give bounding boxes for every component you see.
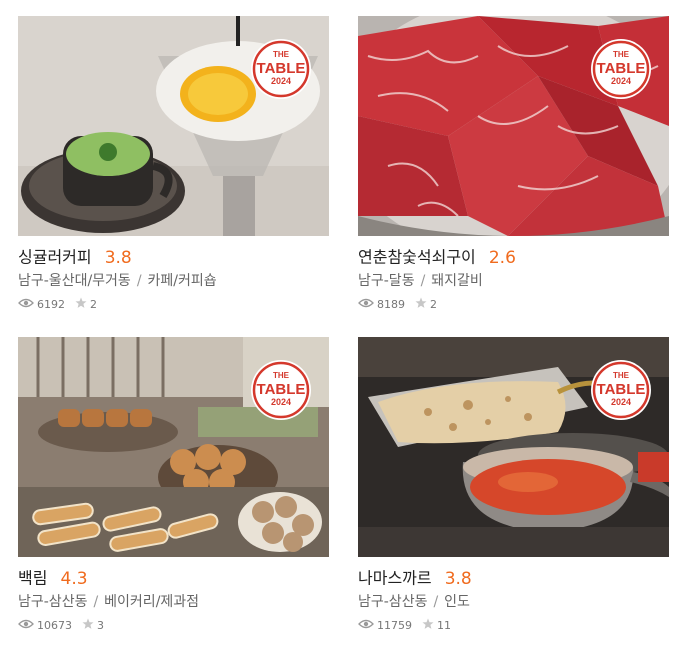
- restaurant-card[interactable]: THE TABLE 2024 백림 4.3 남구-삼산동 / 베이커리/제과점 10…: [18, 337, 329, 634]
- eye-icon: [18, 297, 34, 313]
- restaurant-score: 3.8: [104, 247, 132, 268]
- restaurant-score: 2.6: [488, 247, 516, 268]
- star-icon: [415, 297, 427, 314]
- restaurant-card[interactable]: THE TABLE 2024 나마스까르 3.8 남구-삼산동 / 인도 11759…: [358, 337, 669, 634]
- restaurant-name[interactable]: 연춘참숯석쇠구이: [358, 248, 476, 267]
- svg-text:TABLE: TABLE: [597, 60, 646, 77]
- star-count: 2: [430, 298, 437, 311]
- svg-text:TABLE: TABLE: [257, 60, 306, 77]
- svg-text:2024: 2024: [611, 76, 631, 86]
- view-count: 6192: [37, 298, 65, 311]
- meta-separator: /: [420, 273, 426, 289]
- eye-icon: [358, 618, 374, 634]
- the-table-badge: THE TABLE 2024: [590, 38, 652, 100]
- eye-icon: [358, 297, 374, 313]
- restaurant-score: 3.8: [444, 568, 472, 589]
- restaurant-name[interactable]: 백림: [18, 569, 47, 588]
- svg-text:2024: 2024: [271, 397, 291, 407]
- restaurant-name[interactable]: 싱귤러커피: [18, 248, 92, 267]
- view-count: 8189: [377, 298, 405, 311]
- restaurant-card[interactable]: THE TABLE 2024 싱귤러커피 3.8 남구-울산대/무거동 / 카페/커…: [18, 16, 329, 313]
- restaurant-category: 베이커리/제과점: [104, 594, 200, 610]
- the-table-badge: THE TABLE 2024: [590, 359, 652, 421]
- svg-text:THE: THE: [273, 50, 290, 59]
- star-count: 11: [437, 619, 451, 632]
- view-count: 10673: [37, 619, 72, 632]
- restaurant-region: 남구-울산대/무거동: [18, 273, 131, 289]
- svg-text:THE: THE: [613, 50, 630, 59]
- restaurant-score: 4.3: [60, 568, 88, 589]
- svg-text:THE: THE: [613, 371, 630, 380]
- svg-text:2024: 2024: [271, 76, 291, 86]
- restaurant-name[interactable]: 나마스까르: [358, 569, 432, 588]
- restaurant-region: 남구-삼산동: [358, 594, 428, 610]
- the-table-badge: THE TABLE 2024: [250, 38, 312, 100]
- view-count: 11759: [377, 619, 412, 632]
- star-icon: [82, 618, 94, 635]
- svg-text:THE: THE: [273, 371, 290, 380]
- meta-separator: /: [136, 273, 142, 289]
- svg-text:TABLE: TABLE: [597, 381, 646, 398]
- star-count: 3: [97, 619, 104, 632]
- svg-text:2024: 2024: [611, 397, 631, 407]
- meta-separator: /: [433, 594, 439, 610]
- restaurant-region: 남구-삼산동: [18, 594, 88, 610]
- the-table-badge: THE TABLE 2024: [250, 359, 312, 421]
- restaurant-card[interactable]: THE TABLE 2024 연춘참숯석쇠구이 2.6 남구-달동 / 돼지갈비 8…: [358, 16, 669, 313]
- eye-icon: [18, 618, 34, 634]
- meta-separator: /: [93, 594, 99, 610]
- svg-text:TABLE: TABLE: [257, 381, 306, 398]
- star-icon: [422, 618, 434, 635]
- star-icon: [75, 297, 87, 314]
- restaurant-category: 인도: [444, 594, 470, 610]
- restaurant-region: 남구-달동: [358, 273, 415, 289]
- restaurant-photo[interactable]: THE TABLE 2024: [358, 16, 669, 236]
- restaurant-category: 카페/커피숍: [147, 273, 217, 289]
- restaurant-category: 돼지갈비: [431, 273, 483, 289]
- restaurant-grid: THE TABLE 2024 싱귤러커피 3.8 남구-울산대/무거동 / 카페/커…: [0, 0, 688, 652]
- restaurant-photo[interactable]: THE TABLE 2024: [18, 337, 329, 557]
- restaurant-photo[interactable]: THE TABLE 2024: [18, 16, 329, 236]
- restaurant-photo[interactable]: THE TABLE 2024: [358, 337, 669, 557]
- star-count: 2: [90, 298, 97, 311]
